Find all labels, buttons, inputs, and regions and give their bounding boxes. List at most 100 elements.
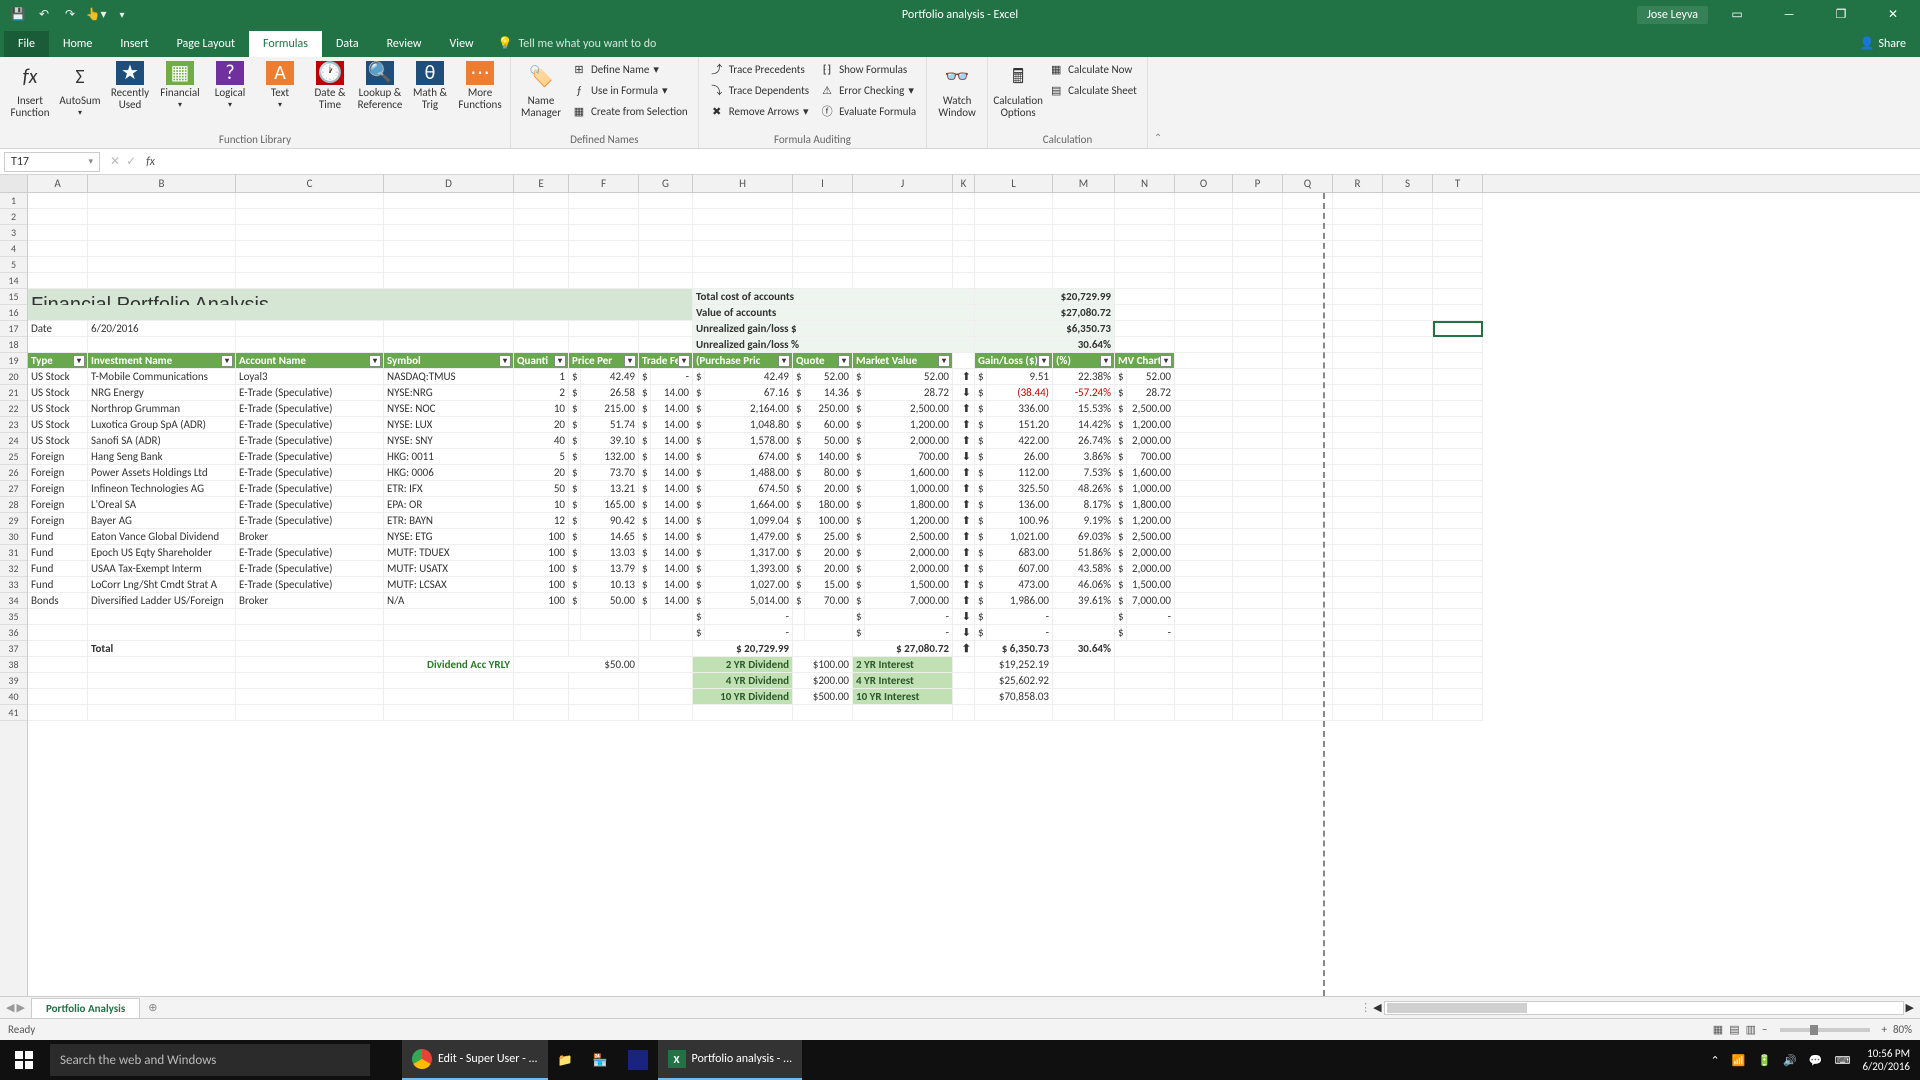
- table-cell[interactable]: 9.51: [987, 369, 1053, 385]
- table-cell[interactable]: Power Assets Holdings Ltd: [88, 465, 236, 481]
- table-cell[interactable]: 39.61%: [1053, 593, 1115, 609]
- taskbar-excel[interactable]: XPortfolio analysis - ...: [658, 1040, 803, 1080]
- table-cell[interactable]: 1,664.00: [705, 497, 793, 513]
- table-cell[interactable]: ⬆: [953, 593, 975, 609]
- table-cell[interactable]: $: [975, 529, 987, 545]
- table-cell[interactable]: ⬆: [953, 513, 975, 529]
- col-header-I[interactable]: I: [793, 175, 853, 192]
- zoom-level[interactable]: 80%: [1893, 1023, 1912, 1036]
- table-cell[interactable]: 100: [514, 529, 569, 545]
- table-cell[interactable]: $: [975, 513, 987, 529]
- table-cell[interactable]: 70.00: [805, 593, 853, 609]
- table-cell[interactable]: -: [651, 369, 693, 385]
- table-cell[interactable]: $: [693, 529, 705, 545]
- table-cell[interactable]: $: [853, 593, 865, 609]
- table-cell[interactable]: $: [793, 449, 805, 465]
- table-cell[interactable]: 14.00: [651, 545, 693, 561]
- error-checking-button[interactable]: ⚠Error Checking ▾: [815, 80, 920, 100]
- table-cell[interactable]: 2,000.00: [865, 561, 953, 577]
- filter-dropdown-icon[interactable]: ▾: [1038, 355, 1050, 367]
- table-cell[interactable]: 180.00: [805, 497, 853, 513]
- qat-customize-icon[interactable]: ▾: [110, 3, 134, 27]
- table-cell[interactable]: $: [975, 385, 987, 401]
- table-cell[interactable]: Broker: [236, 529, 384, 545]
- table-cell[interactable]: $: [569, 401, 581, 417]
- table-cell[interactable]: 28.72: [865, 385, 953, 401]
- table-cell[interactable]: 1,600.00: [1127, 465, 1175, 481]
- table-cell[interactable]: E-Trade (Speculative): [236, 401, 384, 417]
- table-cell[interactable]: [793, 625, 805, 641]
- table-cell[interactable]: 14.00: [651, 561, 693, 577]
- table-cell[interactable]: $: [569, 545, 581, 561]
- table-cell[interactable]: 1,393.00: [705, 561, 793, 577]
- col-header-O[interactable]: O: [1175, 175, 1233, 192]
- table-cell[interactable]: NRG Energy: [88, 385, 236, 401]
- table-cell[interactable]: $: [1115, 593, 1127, 609]
- table-cell[interactable]: $: [853, 577, 865, 593]
- date-time-button[interactable]: 🕐Date & Time: [306, 59, 354, 113]
- table-cell[interactable]: 51.86%: [1053, 545, 1115, 561]
- table-cell[interactable]: $: [693, 513, 705, 529]
- table-cell[interactable]: Sanofi SA (ADR): [88, 433, 236, 449]
- table-cell[interactable]: ⬇: [953, 609, 975, 625]
- table-cell[interactable]: 1,200.00: [865, 513, 953, 529]
- tell-me-search[interactable]: 💡Tell me what you want to do: [488, 30, 667, 57]
- table-cell[interactable]: $: [1115, 369, 1127, 385]
- table-cell[interactable]: 1,021.00: [987, 529, 1053, 545]
- table-cell[interactable]: 2,500.00: [1127, 401, 1175, 417]
- table-cell[interactable]: E-Trade (Speculative): [236, 497, 384, 513]
- normal-view-icon[interactable]: ▦: [1713, 1023, 1723, 1036]
- table-cell[interactable]: E-Trade (Speculative): [236, 545, 384, 561]
- trace-dependents-button[interactable]: ⤵Trace Dependents: [705, 80, 813, 100]
- table-cell[interactable]: Northrop Grumman: [88, 401, 236, 417]
- table-cell[interactable]: $: [569, 369, 581, 385]
- name-manager-button[interactable]: 🏷️Name Manager: [517, 59, 565, 121]
- table-cell[interactable]: -: [987, 625, 1053, 641]
- table-cell[interactable]: $: [639, 449, 651, 465]
- zoom-in-icon[interactable]: +: [1882, 1023, 1887, 1036]
- table-cell[interactable]: $: [793, 545, 805, 561]
- table-cell[interactable]: 40: [514, 433, 569, 449]
- volume-icon[interactable]: 🔊: [1783, 1054, 1797, 1067]
- row-header-40[interactable]: 40: [0, 689, 27, 705]
- table-cell[interactable]: 50.00: [581, 593, 639, 609]
- table-cell[interactable]: 136.00: [987, 497, 1053, 513]
- table-cell[interactable]: US Stock: [28, 417, 88, 433]
- table-cell[interactable]: 8.17%: [1053, 497, 1115, 513]
- table-cell[interactable]: 7,000.00: [865, 593, 953, 609]
- table-cell[interactable]: Fund: [28, 545, 88, 561]
- table-cell[interactable]: $: [693, 593, 705, 609]
- filter-dropdown-icon[interactable]: ▾: [1100, 355, 1112, 367]
- table-cell[interactable]: US Stock: [28, 369, 88, 385]
- table-cell[interactable]: 25.00: [805, 529, 853, 545]
- table-cell[interactable]: $: [1115, 401, 1127, 417]
- table-cell[interactable]: $: [693, 577, 705, 593]
- table-cell[interactable]: 50: [514, 481, 569, 497]
- table-cell[interactable]: $: [975, 369, 987, 385]
- col-header-J[interactable]: J: [853, 175, 953, 192]
- table-cell[interactable]: ⬆: [953, 545, 975, 561]
- table-cell[interactable]: MUTF: TDUEX: [384, 545, 514, 561]
- table-cell[interactable]: 5: [514, 449, 569, 465]
- table-cell[interactable]: $: [853, 497, 865, 513]
- table-cell[interactable]: 112.00: [987, 465, 1053, 481]
- table-cell[interactable]: [793, 609, 805, 625]
- table-cell[interactable]: 14.00: [651, 513, 693, 529]
- table-header[interactable]: Trade Fe▾: [639, 353, 693, 369]
- start-button[interactable]: [0, 1040, 48, 1080]
- table-cell[interactable]: $: [639, 529, 651, 545]
- table-cell[interactable]: 683.00: [987, 545, 1053, 561]
- row-header-30[interactable]: 30: [0, 529, 27, 545]
- table-cell[interactable]: 14.00: [651, 449, 693, 465]
- sheet-tab-portfolio[interactable]: Portfolio Analysis: [31, 998, 140, 1018]
- table-cell[interactable]: 10.13: [581, 577, 639, 593]
- row-header-26[interactable]: 26: [0, 465, 27, 481]
- share-button[interactable]: 👤Share: [1845, 30, 1920, 57]
- table-cell[interactable]: 14.00: [651, 481, 693, 497]
- table-cell[interactable]: [805, 609, 853, 625]
- table-cell[interactable]: $: [639, 497, 651, 513]
- filter-dropdown-icon[interactable]: ▾: [678, 355, 690, 367]
- filter-dropdown-icon[interactable]: ▾: [938, 355, 950, 367]
- row-header-24[interactable]: 24: [0, 433, 27, 449]
- table-cell[interactable]: [639, 609, 651, 625]
